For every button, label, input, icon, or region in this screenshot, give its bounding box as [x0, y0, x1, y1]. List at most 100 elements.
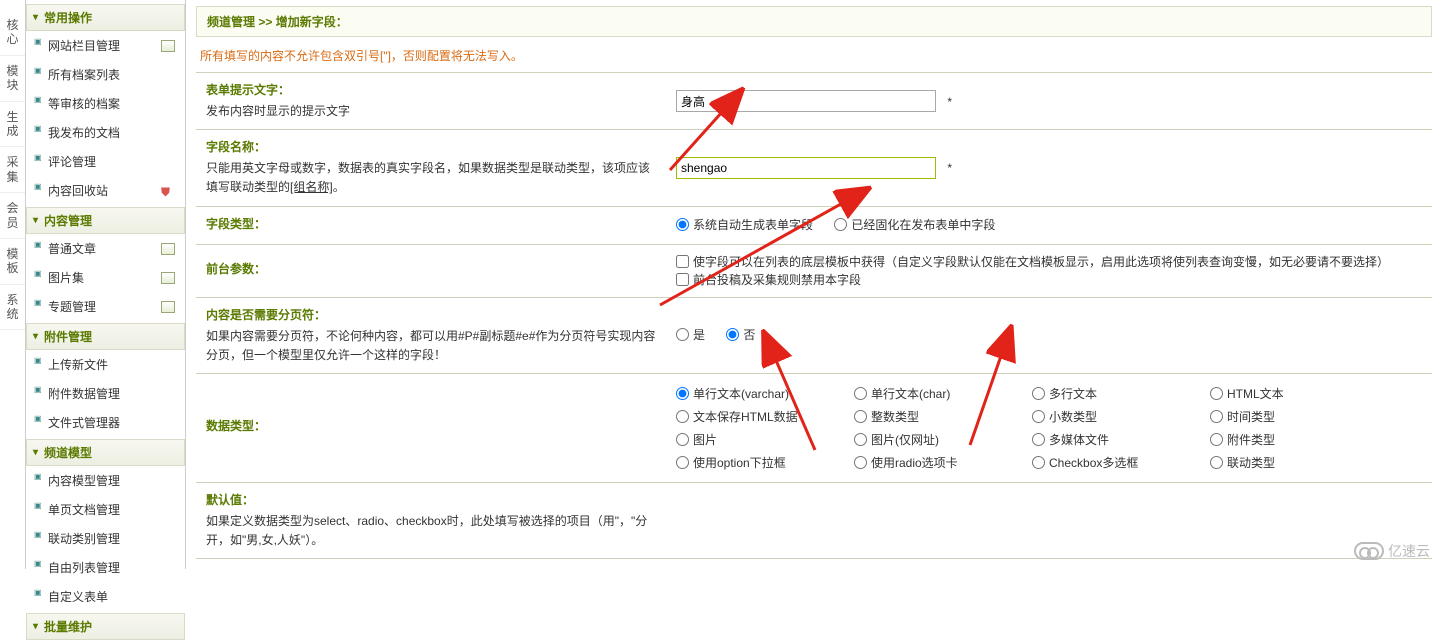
sidebar-group-header[interactable]: ▾常用操作	[26, 4, 185, 31]
sidebar-item[interactable]: ▣内容模型管理	[26, 466, 185, 495]
bullet-icon: ▣	[34, 559, 42, 568]
sidebar-item[interactable]: ▣上传新文件	[26, 350, 185, 379]
pagebreak-yes[interactable]: 是	[676, 326, 705, 343]
sidebar-item[interactable]: ▣自定义表单	[26, 582, 185, 611]
field-prompt-title: 表单提示文字：	[206, 81, 656, 98]
side-tab-generate[interactable]: 生成	[0, 102, 25, 148]
side-tab-rail: 核心 模块 生成 采集 会员 模板 系统	[0, 0, 26, 569]
breadcrumb: 频道管理 >> 增加新字段：	[196, 6, 1432, 37]
front-param-chk2[interactable]: 前台投稿及采集规则禁用本字段	[676, 271, 861, 288]
data-type-option[interactable]: Checkbox多选框	[1032, 451, 1192, 474]
bullet-icon: ▣	[34, 385, 42, 394]
data-type-option[interactable]: HTML文本	[1210, 382, 1370, 405]
sidebar-item[interactable]: ▣评论管理	[26, 147, 185, 176]
bullet-icon: ▣	[34, 414, 42, 423]
sidebar-item-label: ▣图片集	[48, 269, 84, 286]
sidebar-item[interactable]: ▣我发布的文档	[26, 118, 185, 147]
data-type-option[interactable]: 小数类型	[1032, 405, 1192, 428]
notice-text: 所有填写的内容不允许包含双引号["]，否则配置将无法写入。	[196, 37, 1432, 72]
field-prompt-desc: 发布内容时显示的提示文字	[206, 104, 350, 118]
data-type-option[interactable]: 单行文本(varchar)	[676, 382, 836, 405]
pagebreak-desc: 如果内容需要分页符，不论何种内容，都可以用#P#副标题#e#作为分页符号实现内容…	[206, 329, 655, 362]
field-name-input[interactable]	[676, 157, 936, 179]
main-content: 频道管理 >> 增加新字段： 所有填写的内容不允许包含双引号["]，否则配置将无…	[186, 0, 1442, 569]
pagebreak-no[interactable]: 否	[726, 326, 755, 343]
warn-icon: ⛊	[161, 185, 175, 197]
sidebar-item[interactable]: ▣联动类别管理	[26, 524, 185, 553]
sidebar-item-label: ▣文件式管理器	[48, 414, 120, 431]
sidebar-item[interactable]: ▣等审核的档案	[26, 89, 185, 118]
page-icon	[161, 272, 175, 284]
sidebar-item-label: ▣单页文档管理	[48, 501, 120, 518]
sidebar-item-label: ▣评论管理	[48, 153, 96, 170]
sidebar-item-label: ▣网站栏目管理	[48, 37, 120, 54]
sidebar-item-label: ▣所有档案列表	[48, 66, 120, 83]
data-type-option[interactable]: 图片(仅网址)	[854, 428, 1014, 451]
data-type-title: 数据类型：	[206, 417, 656, 434]
side-tab-system[interactable]: 系统	[0, 285, 25, 331]
data-type-option[interactable]: 图片	[676, 428, 836, 451]
data-type-option[interactable]: 多媒体文件	[1032, 428, 1192, 451]
chevron-down-icon: ▾	[33, 12, 38, 23]
field-type-title: 字段类型：	[206, 215, 656, 232]
watermark-text: 亿速云	[1388, 541, 1430, 561]
sidebar-group-header[interactable]: ▾附件管理	[26, 323, 185, 350]
sidebar-item[interactable]: ▣网站栏目管理	[26, 31, 185, 60]
sidebar-item-label: ▣上传新文件	[48, 356, 108, 373]
page-icon	[161, 40, 175, 52]
sidebar-item-label: ▣内容回收站	[48, 182, 108, 199]
sidebar-item[interactable]: ▣自由列表管理	[26, 553, 185, 582]
data-type-option[interactable]: 使用option下拉框	[676, 451, 836, 474]
data-type-option[interactable]: 单行文本(char)	[854, 382, 1014, 405]
sidebar-item[interactable]: ▣专题管理	[26, 292, 185, 321]
data-type-option[interactable]: 多行文本	[1032, 382, 1192, 405]
sidebar-item[interactable]: ▣单页文档管理	[26, 495, 185, 524]
sidebar-group-header[interactable]: ▾频道模型	[26, 439, 185, 466]
data-type-option[interactable]: 使用radio选项卡	[854, 451, 1014, 474]
breadcrumb-a[interactable]: 频道管理	[207, 15, 255, 29]
sidebar-item[interactable]: ▣普通文章	[26, 234, 185, 263]
data-type-option[interactable]: 联动类型	[1210, 451, 1370, 474]
sidebar-item-label: ▣等审核的档案	[48, 95, 120, 112]
sidebar-item-label: ▣普通文章	[48, 240, 96, 257]
sidebar-item[interactable]: ▣内容回收站 ⛊	[26, 176, 185, 205]
sidebar-group-header[interactable]: ▾批量维护	[26, 613, 185, 640]
field-type-radio-fixed[interactable]: 已经固化在发布表单中字段	[834, 216, 995, 233]
bullet-icon: ▣	[34, 269, 42, 278]
side-tab-template[interactable]: 模板	[0, 239, 25, 285]
side-tab-member[interactable]: 会员	[0, 193, 25, 239]
field-prompt-input[interactable]	[676, 90, 936, 112]
bullet-icon: ▣	[34, 298, 42, 307]
data-type-option[interactable]: 整数类型	[854, 405, 1014, 428]
bullet-icon: ▣	[34, 182, 42, 191]
required-star: *	[947, 95, 952, 109]
data-type-option[interactable]: 附件类型	[1210, 428, 1370, 451]
form-table: 表单提示文字： 发布内容时显示的提示文字 * 字段名称： 只能用英文字母或数字，…	[196, 72, 1432, 569]
chevron-down-icon: ▾	[33, 215, 38, 226]
sidebar-item[interactable]: ▣附件数据管理	[26, 379, 185, 408]
data-type-option[interactable]: 文本保存HTML数据	[676, 405, 836, 428]
sidebar-item[interactable]: ▣所有档案列表	[26, 60, 185, 89]
front-param-chk1[interactable]: 使字段可以在列表的底层模板中获得（自定义字段默认仅能在文档模板显示，启用此选项将…	[676, 253, 1389, 270]
chevron-down-icon: ▾	[33, 331, 38, 342]
default-title: 默认值：	[206, 491, 656, 508]
bullet-icon: ▣	[34, 153, 42, 162]
sidebar-item-label: ▣联动类别管理	[48, 530, 120, 547]
chevron-down-icon: ▾	[33, 447, 38, 458]
side-tab-core[interactable]: 核心	[0, 10, 25, 56]
breadcrumb-b: 增加新字段：	[276, 15, 348, 29]
data-type-option[interactable]: 时间类型	[1210, 405, 1370, 428]
side-tab-module[interactable]: 模块	[0, 56, 25, 102]
data-type-grid: 单行文本(varchar) 单行文本(char) 多行文本 HTML文本文本保存HTM…	[676, 382, 1422, 474]
sidebar-item-label: ▣我发布的文档	[48, 124, 120, 141]
sidebar-group-header[interactable]: ▾内容管理	[26, 207, 185, 234]
sidebar-item[interactable]: ▣文件式管理器	[26, 408, 185, 437]
sidebar-item[interactable]: ▣图片集	[26, 263, 185, 292]
side-tab-collect[interactable]: 采集	[0, 147, 25, 193]
watermark: 亿速云	[1354, 541, 1430, 561]
required-star: *	[947, 161, 952, 175]
sidebar-item-label: ▣附件数据管理	[48, 385, 120, 402]
page-icon	[161, 301, 175, 313]
field-type-radio-auto[interactable]: 系统自动生成表单字段	[676, 216, 813, 233]
field-name-title: 字段名称：	[206, 138, 656, 155]
